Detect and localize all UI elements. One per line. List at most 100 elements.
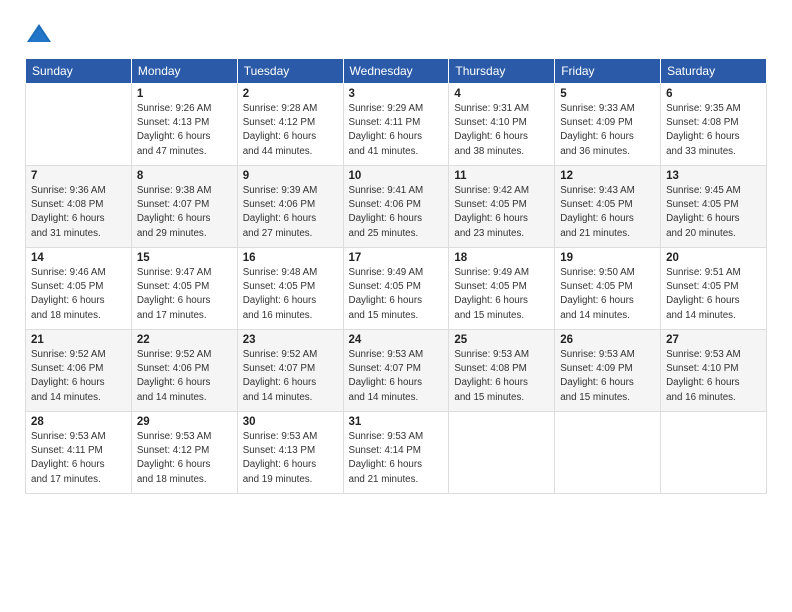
calendar-cell: 28 Sunrise: 9:53 AM Sunset: 4:11 PM Dayli…	[26, 412, 132, 494]
calendar-cell	[26, 84, 132, 166]
day-info: Sunrise: 9:38 AM Sunset: 4:07 PM Dayligh…	[137, 184, 232, 241]
day-info: Sunrise: 9:35 AM Sunset: 4:08 PM Dayligh…	[666, 102, 761, 159]
day-number: 29	[137, 416, 232, 428]
day-info: Sunrise: 9:41 AM Sunset: 4:06 PM Dayligh…	[349, 184, 444, 241]
day-number: 11	[454, 170, 549, 182]
day-number: 15	[137, 252, 232, 264]
weekday-header-sunday: Sunday	[26, 59, 132, 84]
weekday-header-saturday: Saturday	[661, 59, 767, 84]
day-info: Sunrise: 9:48 AM Sunset: 4:05 PM Dayligh…	[243, 266, 338, 323]
day-number: 1	[137, 88, 232, 100]
day-number: 17	[349, 252, 444, 264]
calendar-cell: 14 Sunrise: 9:46 AM Sunset: 4:05 PM Dayli…	[26, 248, 132, 330]
day-number: 20	[666, 252, 761, 264]
day-number: 25	[454, 334, 549, 346]
day-info: Sunrise: 9:42 AM Sunset: 4:05 PM Dayligh…	[454, 184, 549, 241]
calendar-cell: 22Sunrise: 9:52 AM Sunset: 4:06 PM Dayli…	[131, 330, 237, 412]
day-info: Sunrise: 9:28 AM Sunset: 4:12 PM Dayligh…	[243, 102, 338, 159]
calendar-cell: 13 Sunrise: 9:45 AM Sunset: 4:05 PM Dayli…	[661, 166, 767, 248]
calendar-week-row-1: 1 Sunrise: 9:26 AM Sunset: 4:13 PM Daylig…	[26, 84, 767, 166]
weekday-header-friday: Friday	[555, 59, 661, 84]
logo	[25, 20, 57, 48]
day-number: 5	[560, 88, 655, 100]
day-number: 31	[349, 416, 444, 428]
day-number: 3	[349, 88, 444, 100]
calendar-week-row-4: 21Sunrise: 9:52 AM Sunset: 4:06 PM Dayli…	[26, 330, 767, 412]
day-info: Sunrise: 9:43 AM Sunset: 4:05 PM Dayligh…	[560, 184, 655, 241]
calendar-cell	[449, 412, 555, 494]
day-info: Sunrise: 9:36 AM Sunset: 4:08 PM Dayligh…	[31, 184, 126, 241]
day-number: 18	[454, 252, 549, 264]
day-info: Sunrise: 9:52 AM Sunset: 4:07 PM Dayligh…	[243, 348, 338, 405]
day-info: Sunrise: 9:39 AM Sunset: 4:06 PM Dayligh…	[243, 184, 338, 241]
calendar-week-row-3: 14 Sunrise: 9:46 AM Sunset: 4:05 PM Dayli…	[26, 248, 767, 330]
day-number: 23	[243, 334, 338, 346]
day-number: 22	[137, 334, 232, 346]
calendar-cell: 27Sunrise: 9:53 AM Sunset: 4:10 PM Dayli…	[661, 330, 767, 412]
calendar-cell: 1 Sunrise: 9:26 AM Sunset: 4:13 PM Daylig…	[131, 84, 237, 166]
day-info: Sunrise: 9:33 AM Sunset: 4:09 PM Dayligh…	[560, 102, 655, 159]
calendar-cell: 8 Sunrise: 9:38 AM Sunset: 4:07 PM Daylig…	[131, 166, 237, 248]
calendar-cell	[661, 412, 767, 494]
calendar-cell: 15Sunrise: 9:47 AM Sunset: 4:05 PM Dayli…	[131, 248, 237, 330]
day-number: 9	[243, 170, 338, 182]
day-number: 30	[243, 416, 338, 428]
logo-icon	[25, 20, 53, 48]
day-info: Sunrise: 9:26 AM Sunset: 4:13 PM Dayligh…	[137, 102, 232, 159]
day-info: Sunrise: 9:53 AM Sunset: 4:14 PM Dayligh…	[349, 430, 444, 487]
calendar-cell	[555, 412, 661, 494]
day-info: Sunrise: 9:52 AM Sunset: 4:06 PM Dayligh…	[31, 348, 126, 405]
day-info: Sunrise: 9:31 AM Sunset: 4:10 PM Dayligh…	[454, 102, 549, 159]
calendar-cell: 20 Sunrise: 9:51 AM Sunset: 4:05 PM Dayli…	[661, 248, 767, 330]
day-info: Sunrise: 9:45 AM Sunset: 4:05 PM Dayligh…	[666, 184, 761, 241]
day-info: Sunrise: 9:50 AM Sunset: 4:05 PM Dayligh…	[560, 266, 655, 323]
day-info: Sunrise: 9:51 AM Sunset: 4:05 PM Dayligh…	[666, 266, 761, 323]
calendar-cell: 18 Sunrise: 9:49 AM Sunset: 4:05 PM Dayli…	[449, 248, 555, 330]
calendar-cell: 21Sunrise: 9:52 AM Sunset: 4:06 PM Dayli…	[26, 330, 132, 412]
weekday-header-thursday: Thursday	[449, 59, 555, 84]
calendar-cell: 7 Sunrise: 9:36 AM Sunset: 4:08 PM Daylig…	[26, 166, 132, 248]
calendar-cell: 24 Sunrise: 9:53 AM Sunset: 4:07 PM Dayli…	[343, 330, 449, 412]
calendar-cell: 26 Sunrise: 9:53 AM Sunset: 4:09 PM Dayli…	[555, 330, 661, 412]
day-number: 13	[666, 170, 761, 182]
calendar-cell: 2 Sunrise: 9:28 AM Sunset: 4:12 PM Daylig…	[237, 84, 343, 166]
day-info: Sunrise: 9:49 AM Sunset: 4:05 PM Dayligh…	[454, 266, 549, 323]
calendar-cell: 6 Sunrise: 9:35 AM Sunset: 4:08 PM Daylig…	[661, 84, 767, 166]
day-info: Sunrise: 9:53 AM Sunset: 4:13 PM Dayligh…	[243, 430, 338, 487]
calendar-week-row-5: 28 Sunrise: 9:53 AM Sunset: 4:11 PM Dayli…	[26, 412, 767, 494]
calendar-cell: 31 Sunrise: 9:53 AM Sunset: 4:14 PM Dayli…	[343, 412, 449, 494]
calendar-week-row-2: 7 Sunrise: 9:36 AM Sunset: 4:08 PM Daylig…	[26, 166, 767, 248]
day-number: 7	[31, 170, 126, 182]
day-info: Sunrise: 9:53 AM Sunset: 4:12 PM Dayligh…	[137, 430, 232, 487]
day-info: Sunrise: 9:46 AM Sunset: 4:05 PM Dayligh…	[31, 266, 126, 323]
day-number: 19	[560, 252, 655, 264]
day-info: Sunrise: 9:53 AM Sunset: 4:07 PM Dayligh…	[349, 348, 444, 405]
day-info: Sunrise: 9:53 AM Sunset: 4:11 PM Dayligh…	[31, 430, 126, 487]
weekday-header-monday: Monday	[131, 59, 237, 84]
day-number: 10	[349, 170, 444, 182]
day-info: Sunrise: 9:29 AM Sunset: 4:11 PM Dayligh…	[349, 102, 444, 159]
header	[25, 20, 767, 48]
day-number: 6	[666, 88, 761, 100]
day-number: 16	[243, 252, 338, 264]
day-info: Sunrise: 9:53 AM Sunset: 4:09 PM Dayligh…	[560, 348, 655, 405]
calendar-cell: 17Sunrise: 9:49 AM Sunset: 4:05 PM Dayli…	[343, 248, 449, 330]
day-number: 24	[349, 334, 444, 346]
day-number: 14	[31, 252, 126, 264]
calendar-cell: 11 Sunrise: 9:42 AM Sunset: 4:05 PM Dayli…	[449, 166, 555, 248]
calendar-cell: 4 Sunrise: 9:31 AM Sunset: 4:10 PM Daylig…	[449, 84, 555, 166]
calendar-cell: 3 Sunrise: 9:29 AM Sunset: 4:11 PM Daylig…	[343, 84, 449, 166]
day-number: 28	[31, 416, 126, 428]
day-info: Sunrise: 9:53 AM Sunset: 4:08 PM Dayligh…	[454, 348, 549, 405]
calendar-cell: 5 Sunrise: 9:33 AM Sunset: 4:09 PM Daylig…	[555, 84, 661, 166]
day-number: 4	[454, 88, 549, 100]
calendar-cell: 23 Sunrise: 9:52 AM Sunset: 4:07 PM Dayli…	[237, 330, 343, 412]
calendar-cell: 19 Sunrise: 9:50 AM Sunset: 4:05 PM Dayli…	[555, 248, 661, 330]
day-number: 8	[137, 170, 232, 182]
day-number: 2	[243, 88, 338, 100]
page: SundayMondayTuesdayWednesdayThursdayFrid…	[0, 0, 792, 612]
day-number: 12	[560, 170, 655, 182]
calendar-cell: 30 Sunrise: 9:53 AM Sunset: 4:13 PM Dayli…	[237, 412, 343, 494]
day-number: 26	[560, 334, 655, 346]
calendar-cell: 9 Sunrise: 9:39 AM Sunset: 4:06 PM Daylig…	[237, 166, 343, 248]
